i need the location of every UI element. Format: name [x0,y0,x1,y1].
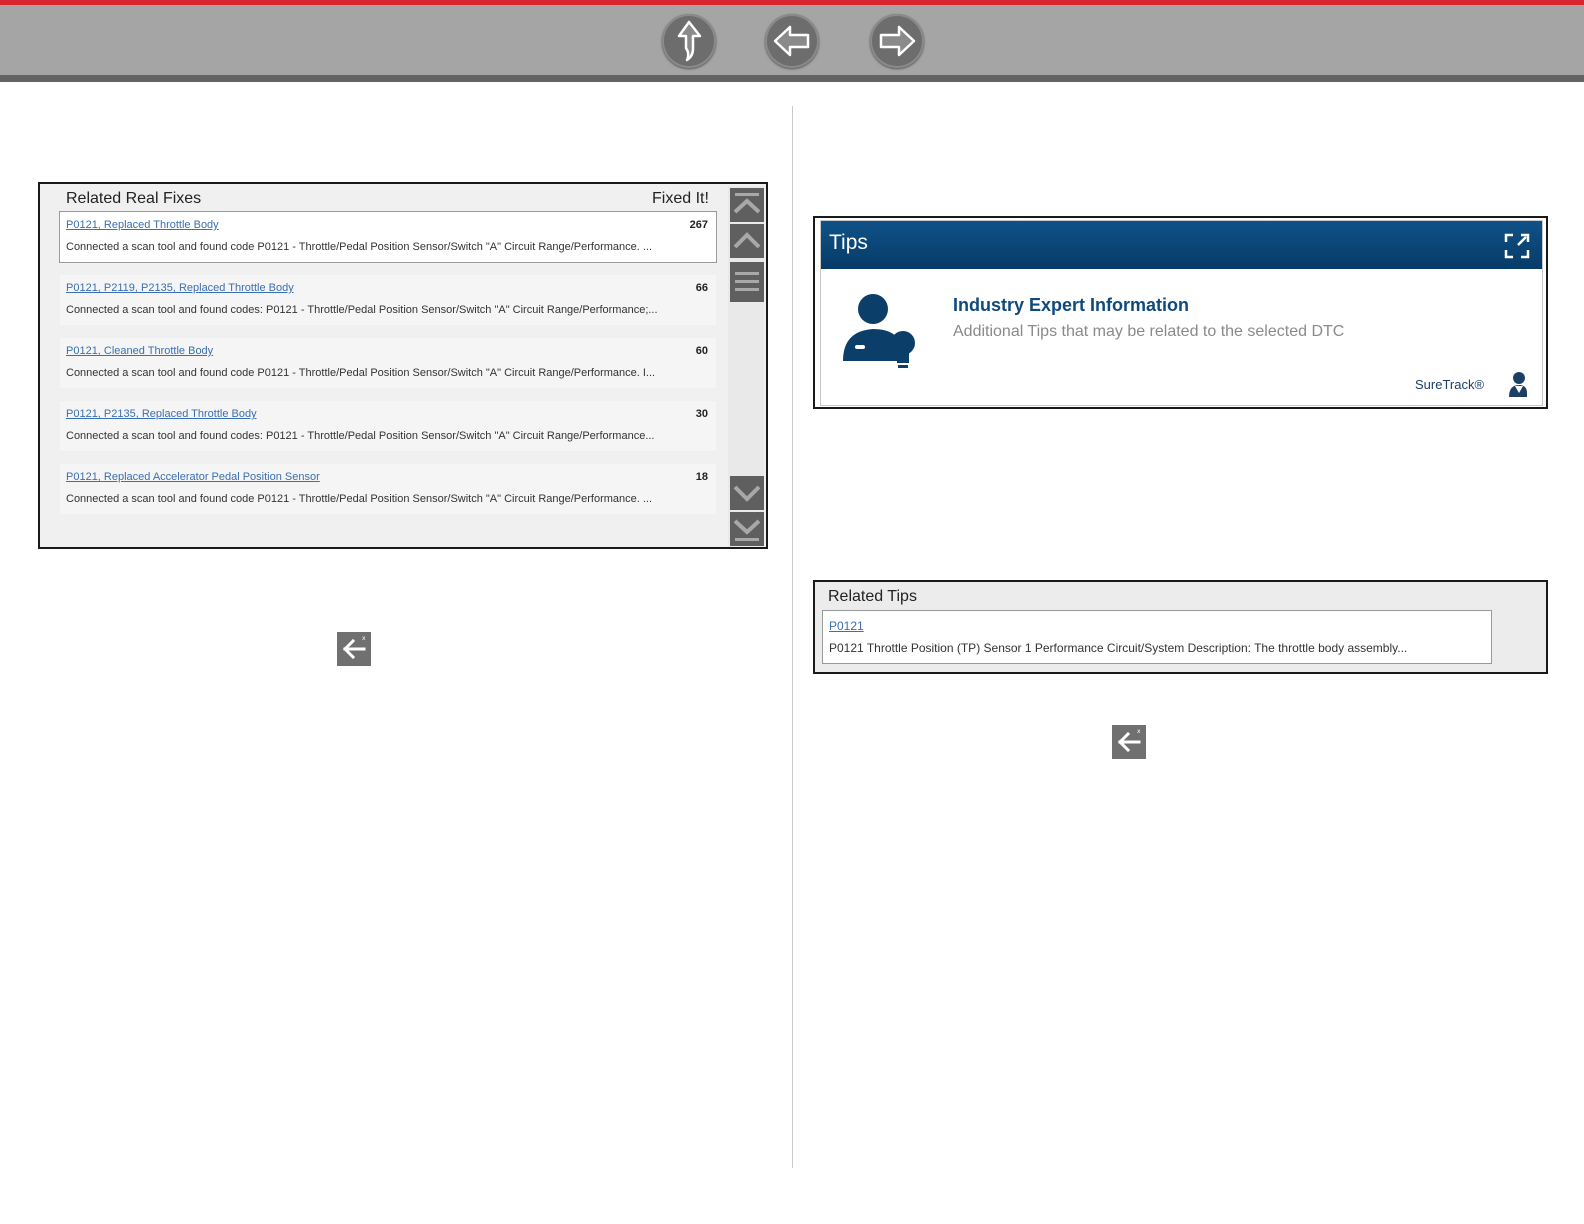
tips-card-frame: Tips Industry Expert Information Additio… [813,216,1548,409]
tip-list-item[interactable]: P0121 P0121 Throttle Position (TP) Senso… [822,610,1492,664]
scroll-bottom-icon [733,519,761,541]
tips-heading: Industry Expert Information [953,295,1190,315]
fixed-it-count: 60 [695,345,708,357]
tips-card-title: Tips [829,231,868,254]
fix-list: P0121, Replaced Throttle Body 267 Connec… [59,211,717,527]
fix-list-item[interactable]: P0121, P2135, Replaced Throttle Body 30 … [60,401,716,451]
fix-link[interactable]: P0121, Replaced Throttle Body [66,219,219,231]
svg-text:x: x [362,635,366,642]
top-navigation-bar [0,0,1584,82]
fix-description: Connected a scan tool and found codes: P… [66,304,658,316]
back-button[interactable] [765,14,819,68]
fix-list-item[interactable]: P0121, P2119, P2135, Replaced Throttle B… [60,275,716,325]
accent-line [0,0,1584,5]
right-arrow-icon [879,25,916,57]
panel-title: Related Tips [828,588,917,605]
panel-title: Related Real Fixes [66,190,202,207]
tip-link[interactable]: P0121 [829,619,864,633]
fix-description: Connected a scan tool and found code P01… [66,367,656,379]
nav-bar-bottom-line [0,75,1584,82]
fix-link[interactable]: P0121, Replaced Accelerator Pedal Positi… [66,471,320,483]
fix-list-item[interactable]: P0121, Replaced Throttle Body 267 Connec… [59,211,717,263]
fix-link[interactable]: P0121, Cleaned Throttle Body [66,345,213,357]
scroll-down-icon [733,485,761,502]
left-arrow-icon [773,25,810,57]
scroll-thumb-icon [735,272,759,291]
scroll-top-icon [733,193,761,214]
scrollbar[interactable] [728,186,764,547]
scroll-up-button[interactable] [730,224,764,258]
related-tips-panel: Related Tips P0121 P0121 Throttle Positi… [813,580,1548,674]
fix-description: Connected a scan tool and found code P01… [66,493,653,505]
fixed-it-count: 18 [695,471,708,483]
tips-card-header: Tips [821,221,1542,269]
scroll-up-icon [733,232,761,249]
scroll-thumb[interactable] [730,262,764,302]
tips-card[interactable]: Tips Industry Expert Information Additio… [820,220,1543,406]
expand-icon[interactable] [1504,233,1530,259]
fixed-it-column-label: Fixed It! [652,190,709,207]
fixed-it-count: 267 [689,219,708,231]
column-divider [792,106,793,1168]
fix-list-item[interactable]: P0121, Cleaned Throttle Body 60 Connecte… [60,338,716,388]
suretrack-brand: SureTrack® [1415,377,1485,392]
fix-link[interactable]: P0121, P2119, P2135, Replaced Throttle B… [66,282,294,294]
back-icon: x [337,632,371,666]
suretrack-icon [1509,372,1527,397]
related-real-fixes-panel: Related Real Fixes Fixed It! P0121, Repl… [38,182,768,549]
back-arrow-icon: x [342,635,366,660]
back-icon: x [1112,725,1146,759]
back-arrow-icon: x [1117,728,1141,753]
tip-description: P0121 Throttle Position (TP) Sensor 1 Pe… [829,641,1408,655]
scroll-down-button[interactable] [730,476,764,510]
scroll-bottom-button[interactable] [730,512,764,546]
fixed-it-count: 30 [695,408,708,420]
expert-icon [843,294,915,368]
home-button[interactable] [662,14,716,68]
fixed-it-count: 66 [695,282,708,294]
tips-subtitle: Additional Tips that may be related to t… [953,323,1345,340]
fix-description: Connected a scan tool and found code P01… [66,241,653,253]
fix-description: Connected a scan tool and found codes: P… [66,430,655,442]
fix-link[interactable]: P0121, P2135, Replaced Throttle Body [66,408,257,420]
up-arrow-icon [677,20,702,62]
scroll-top-button[interactable] [730,188,764,222]
forward-button[interactable] [870,14,924,68]
svg-text:x: x [1137,728,1141,735]
fix-list-item[interactable]: P0121, Replaced Accelerator Pedal Positi… [60,464,716,514]
